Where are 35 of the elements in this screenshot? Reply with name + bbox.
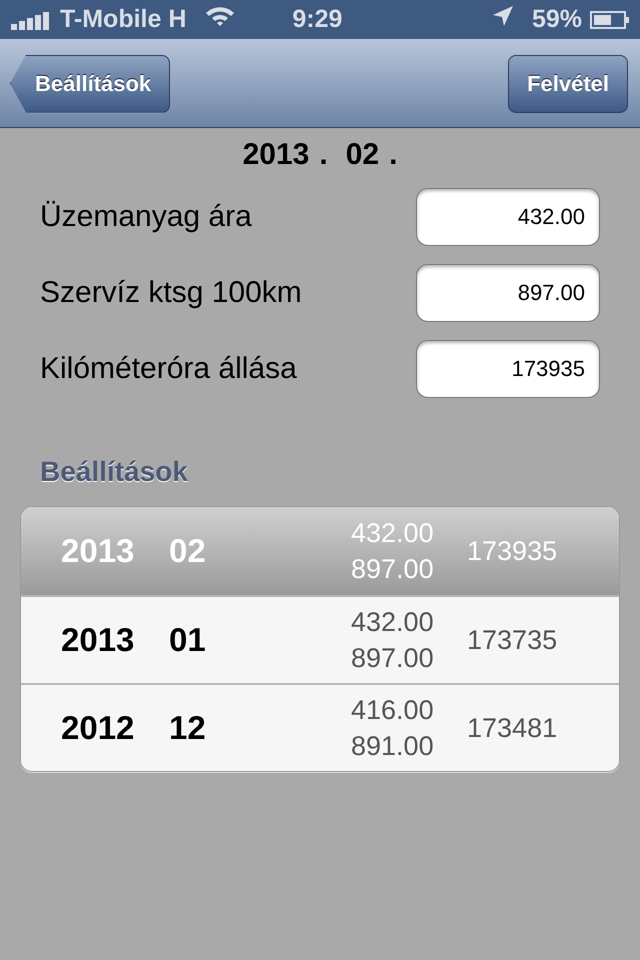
row-price: 432.00 (351, 517, 435, 550)
row-year: 2012 (61, 709, 136, 747)
field-label: Szervíz ktsg 100km (40, 276, 302, 310)
section-title: Beállítások (40, 456, 189, 488)
back-button[interactable]: Beállítások (10, 54, 170, 112)
row-service-cost: 897.00 (351, 553, 435, 586)
row-price: 432.00 (351, 606, 435, 639)
location-arrow-icon (492, 5, 514, 27)
row-year: 2013 (61, 621, 136, 659)
row-service-cost: 891.00 (351, 730, 435, 763)
row-year: 2013 (61, 532, 136, 570)
field-label: Üzemanyag ára (40, 200, 252, 234)
period-separator: . (389, 138, 398, 172)
row-price: 416.00 (351, 694, 435, 727)
row-month: 02 (169, 532, 207, 570)
input-field[interactable]: 432.00 (416, 188, 600, 246)
row-odometer: 173481 (467, 712, 558, 744)
row-month: 01 (169, 621, 207, 659)
period-year: 2013 (242, 138, 310, 172)
period-month: 02 (346, 138, 380, 172)
row-month: 12 (169, 709, 207, 747)
input-field[interactable]: 897.00 (416, 264, 600, 322)
period-separator: . (319, 138, 328, 172)
row-odometer: 173735 (467, 624, 558, 656)
carrier-name: T-Mobile H (60, 5, 186, 34)
battery-percent: 59% (532, 5, 582, 34)
status-time: 9:29 (292, 5, 342, 34)
row-service-cost: 897.00 (351, 642, 435, 675)
row-odometer: 173935 (467, 536, 558, 566)
field-label: Kilóméteróra állása (40, 352, 297, 386)
wifi-icon (204, 5, 236, 27)
add-button[interactable]: Felvétel (508, 54, 628, 112)
table-row[interactable]: 2012 12 416.00 891.00 173481 (21, 683, 619, 771)
battery-icon (590, 10, 630, 30)
input-field[interactable]: 173935 (416, 340, 600, 398)
